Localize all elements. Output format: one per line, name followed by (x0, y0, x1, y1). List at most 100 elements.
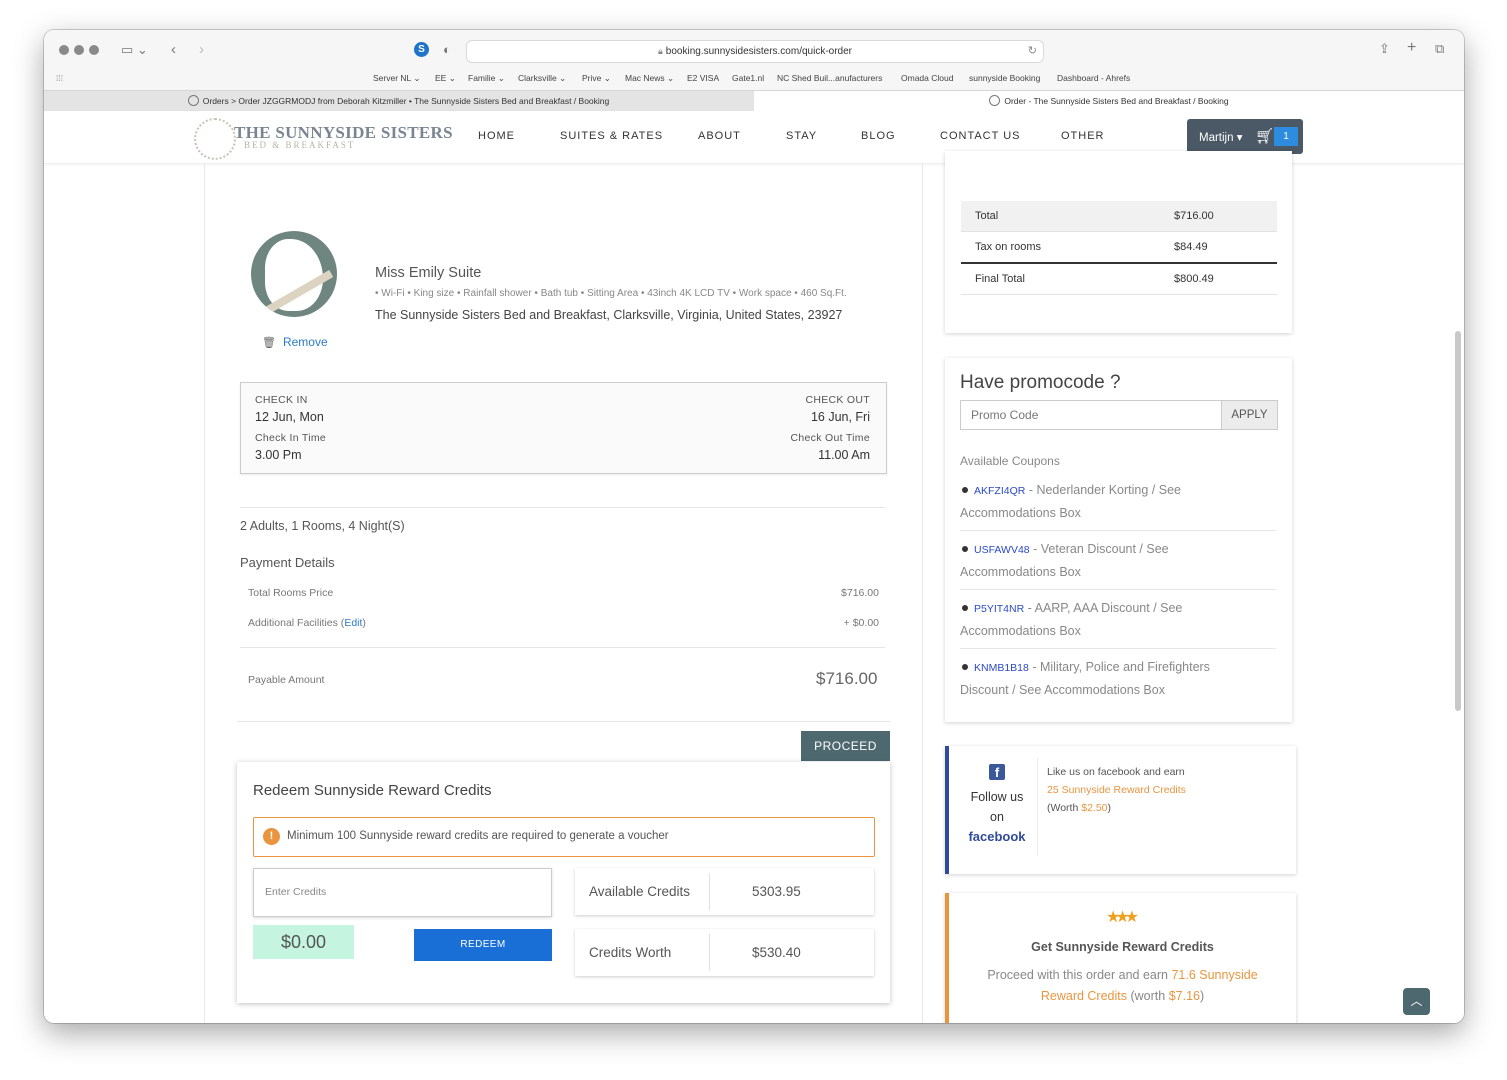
stars-icon: ★★★ (1106, 909, 1139, 926)
scroll-to-top-button[interactable]: ︿ (1403, 988, 1430, 1015)
check-in-date: 12 Jun, Mon (255, 410, 324, 424)
page-scrollbar[interactable] (1455, 331, 1461, 711)
tax-value: $84.49 (1174, 241, 1208, 253)
lock-icon: 🔒︎ (658, 46, 663, 56)
window-controls[interactable] (59, 45, 99, 55)
forward-icon[interactable]: › (199, 42, 204, 57)
new-tab-icon[interactable]: + (1407, 40, 1416, 56)
website: THE SUNNYSIDE SISTERS BED & BREAKFAST HO… (44, 111, 1464, 1023)
check-out-date: 16 Jun, Fri (810, 410, 870, 424)
bookmark[interactable]: Dashboard - Ahrefs (1057, 73, 1130, 83)
facilities-edit-link[interactable]: Edit (344, 617, 362, 629)
bookmark[interactable]: Prive ⌄ (582, 73, 611, 84)
bookmark[interactable]: sunnyside Booking (969, 73, 1040, 83)
bookmark[interactable]: Clarksville ⌄ (518, 73, 566, 84)
tax-row: Tax on rooms $84.49 (961, 232, 1277, 264)
payment-details-heading: Payment Details (240, 555, 335, 570)
sidebar-icon[interactable]: ▭ ⌄ (121, 43, 148, 56)
browser-toolbar: ▭ ⌄ ‹ › S ◐ 🔒︎ booking.sunnysidesisters.c… (44, 30, 1464, 90)
apps-grid-icon[interactable]: ⁞⁞⁞ (56, 73, 63, 83)
final-total-row: Final Total $800.49 (961, 264, 1277, 295)
extension-icon[interactable]: S (414, 42, 429, 57)
coupon-code[interactable]: P5YIT4NR (974, 603, 1024, 615)
payable-label: Payable Amount (248, 674, 325, 686)
facilities-value: + $0.00 (843, 617, 879, 629)
divider (240, 507, 885, 508)
browser-window: ▭ ⌄ ‹ › S ◐ 🔒︎ booking.sunnysidesisters.c… (44, 30, 1464, 1023)
coupon-item[interactable]: USFAWV48 - Veteran Discount / See Accommo… (960, 538, 1280, 583)
available-coupons-heading: Available Coupons (960, 454, 1060, 468)
coupon-item[interactable]: P5YIT4NR - AARP, AAA Discount / See Accom… (960, 597, 1280, 642)
bookmark[interactable]: NC Shed Buil...anufacturers (777, 73, 882, 83)
check-in-time-label: Check In Time (255, 432, 327, 444)
nav-blog[interactable]: BLOG (861, 130, 896, 142)
address-bar[interactable]: 🔒︎ booking.sunnysidesisters.com/quick-ord… (466, 40, 1044, 63)
guest-summary: 2 Adults, 1 Rooms, 4 Night(S) (240, 519, 405, 533)
user-name[interactable]: Martijn ▾ (1199, 130, 1242, 144)
nav-other[interactable]: OTHER (1061, 130, 1105, 142)
promo-code-input[interactable]: Promo Code (960, 400, 1223, 430)
total-rooms-value: $716.00 (841, 587, 879, 599)
privacy-shield-icon[interactable]: ◐ (443, 43, 451, 56)
redeem-amount: $0.00 (253, 925, 354, 959)
tab-overview-icon[interactable]: ⧉ (1435, 42, 1444, 55)
user-menu[interactable]: Martijn ▾ 🛒︎ 1 (1187, 119, 1303, 154)
bookmark[interactable]: Omada Cloud (901, 73, 953, 83)
bookmark[interactable]: E2 VISA (687, 73, 719, 83)
total-row: Total $716.00 (961, 201, 1277, 232)
bookmark[interactable]: Server NL ⌄ (373, 73, 420, 84)
nav-stay[interactable]: STAY (786, 130, 817, 142)
divider (960, 648, 1276, 649)
trash-icon: 🗑︎ (262, 337, 276, 349)
url-text: booking.sunnysidesisters.com/quick-order (665, 46, 852, 57)
remove-link[interactable]: 🗑︎ Remove (262, 335, 328, 349)
redeem-button[interactable]: REDEEM (414, 929, 552, 961)
cart-count-badge[interactable]: 1 (1274, 127, 1298, 146)
bookmark[interactable]: EE ⌄ (435, 73, 456, 84)
tab-bar: Orders > Order JZGGRMODJ from Deborah Ki… (44, 90, 1464, 112)
bookmark[interactable]: Familie ⌄ (468, 73, 505, 84)
reload-icon[interactable]: ↻ (1028, 41, 1037, 62)
coupon-code[interactable]: AKFZI4QR (974, 485, 1025, 497)
facebook-card: f Follow us on facebook Like us on faceb… (945, 746, 1296, 874)
follow-us-link[interactable]: Follow us on facebook (954, 787, 1040, 847)
credits-warning: ! Minimum 100 Sunnyside reward credits a… (253, 817, 875, 857)
earn-heading: Get Sunnyside Reward Credits (1031, 940, 1214, 954)
credits-input[interactable]: Enter Credits (253, 868, 552, 917)
logo-subtitle: BED & BREAKFAST (244, 140, 356, 150)
available-credits-value: 5303.95 (752, 884, 801, 899)
share-icon[interactable]: ⇪ (1379, 42, 1390, 55)
final-total-value: $800.49 (1174, 273, 1214, 285)
credits-worth-label: Credits Worth (589, 945, 672, 960)
coupon-item[interactable]: AKFZI4QR - Nederlander Korting / See Acco… (960, 479, 1280, 524)
proceed-button[interactable]: PROCEED (801, 731, 890, 761)
nav-about[interactable]: ABOUT (698, 130, 741, 142)
divider (960, 530, 1276, 531)
nav-contact-us[interactable]: CONTACT US (940, 130, 1021, 142)
apply-button[interactable]: APPLY (1221, 400, 1278, 430)
earn-credits-card: ★★★ Get Sunnyside Reward Credits Proceed… (945, 893, 1296, 1023)
cart-icon[interactable]: 🛒︎ (1255, 127, 1274, 145)
back-icon[interactable]: ‹ (171, 42, 176, 57)
tax-label: Tax on rooms (975, 241, 1042, 253)
tab-orders[interactable]: Orders > Order JZGGRMODJ from Deborah Ki… (44, 91, 753, 111)
suite-features: • Wi-Fi • King size • Rainfall shower • … (375, 288, 847, 299)
column-divider (204, 163, 205, 1023)
promo-heading: Have promocode ? (960, 372, 1121, 393)
coupon-code[interactable]: USFAWV48 (974, 544, 1030, 556)
bookmark[interactable]: Mac News ⌄ (625, 73, 674, 84)
coupon-item[interactable]: KNMB1B18 - Military, Police and Firefigh… (960, 656, 1280, 701)
available-credits-box: Available Credits 5303.95 (575, 868, 874, 915)
nav-home[interactable]: HOME (478, 130, 515, 142)
facebook-icon[interactable]: f (989, 764, 1005, 780)
bookmark[interactable]: Gate1.nl (732, 73, 764, 83)
tab-order-active[interactable]: Order - The Sunnyside Sisters Bed and Br… (754, 91, 1464, 111)
logo-badge-icon[interactable] (194, 118, 236, 160)
suite-image (251, 231, 337, 317)
divider (240, 647, 885, 648)
divider (237, 721, 890, 722)
nav-suites-rates[interactable]: SUITES & RATES (560, 130, 663, 142)
bookmarks-bar: ⁞⁞⁞ Server NL ⌄ EE ⌄ Familie ⌄ Clarksvil… (44, 70, 1464, 90)
total-value: $716.00 (1174, 210, 1214, 222)
coupon-code[interactable]: KNMB1B18 (974, 662, 1029, 674)
